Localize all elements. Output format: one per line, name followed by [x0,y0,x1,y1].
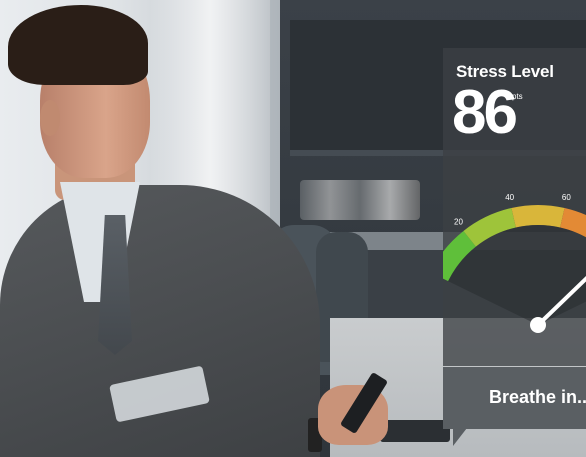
gauge-tick-label: 40 [505,193,514,202]
man-ear [40,100,60,136]
man-hair [8,5,148,85]
gauge-hub [530,317,546,333]
stress-level-value: 86 [452,78,518,147]
gauge-tick-label: 20 [454,218,463,227]
breathe-prompt-text: Breathe in... [489,387,586,407]
stress-level-unit: pts [512,92,523,101]
gauge-arc [443,205,586,325]
gauge-segment [511,205,565,228]
bubble-tail [453,428,467,446]
gauge-tick-label: 60 [562,193,571,202]
man-suit [0,185,320,457]
shelf-items [300,180,420,220]
stress-gauge: 0204060 [443,193,586,333]
tablet-on-desk [380,420,450,442]
